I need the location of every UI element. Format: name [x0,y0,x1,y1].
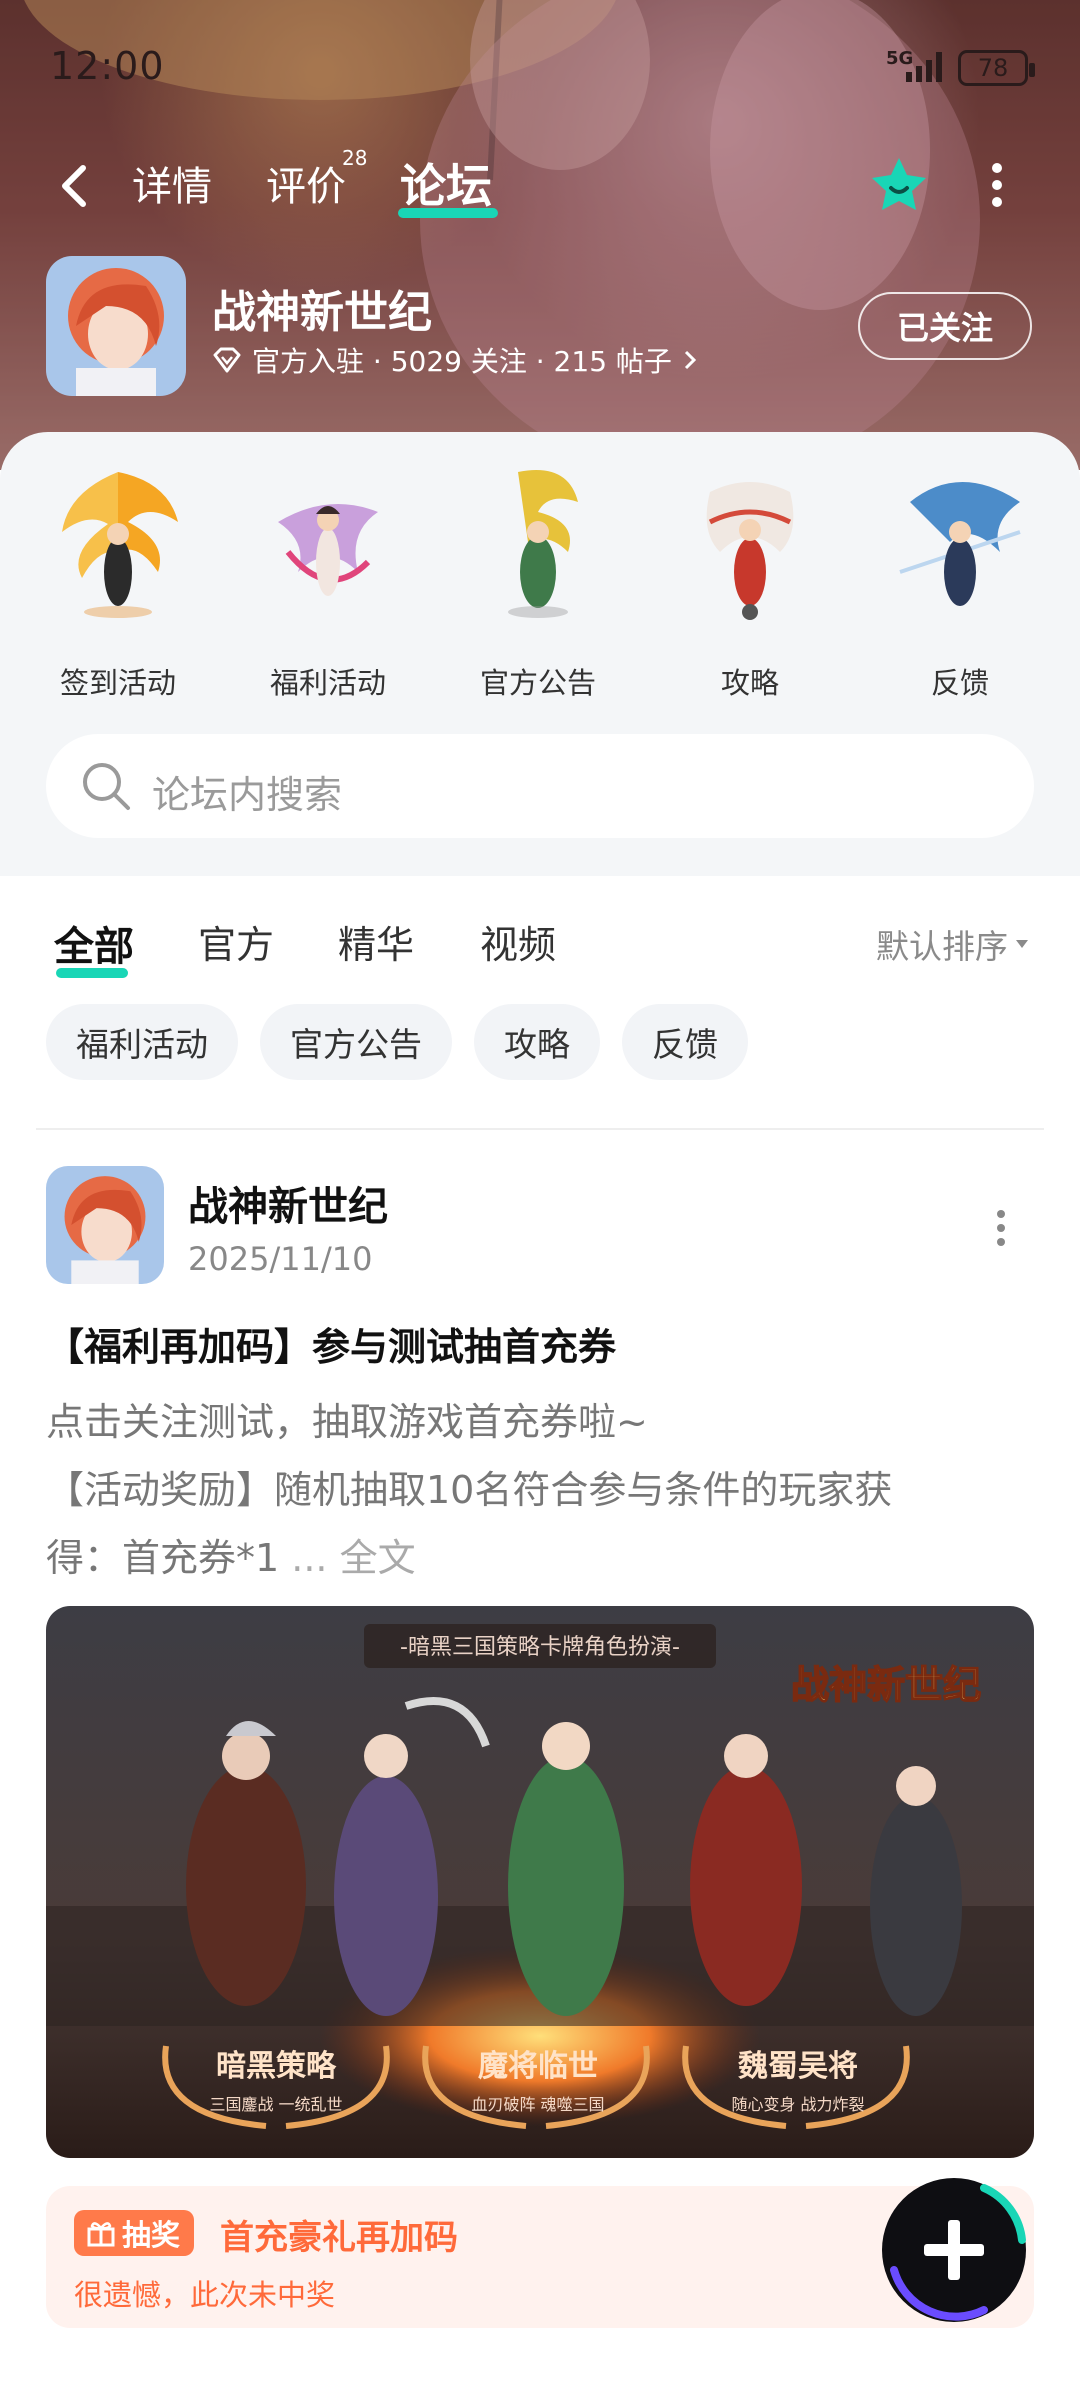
chip-guides[interactable]: 攻略 [474,1004,600,1080]
back-icon[interactable] [55,156,95,216]
badge-1-title: 暗黑策略 [216,2049,337,2084]
phoenix-hero-icon [62,472,178,618]
post-title[interactable]: 【福利再加码】参与测试抽首充券 [46,1316,616,1371]
category-announcements[interactable]: 官方公告 [428,462,628,702]
filter-tab-indicator [56,968,128,978]
category-feedback[interactable]: 反馈 [850,462,1050,702]
category-row: 签到活动 福利活动 官方公告 攻略 反馈 [0,462,1080,702]
lottery-badge-label: 抽奖 [122,2218,181,2252]
status-time: 12:00 [50,44,165,88]
more-options-icon[interactable] [985,160,1009,210]
post-date: 2025/11/10 [188,1240,373,1278]
diamond-icon [213,347,241,373]
forum-search-bar[interactable]: 论坛内搜索 [46,734,1034,838]
post-feed: 全部 官方 精华 视频 默认排序 福利活动 官方公告 攻略 反馈 战神新世纪 2… [0,876,1080,2387]
tab-details[interactable]: 详情 [132,154,212,212]
game-meta-text: 官方入驻 · 5029 关注 · 215 帖子 [252,345,672,378]
filter-tabs: 全部 官方 精华 视频 默认排序 [0,906,1080,986]
category-label: 反馈 [930,666,989,700]
category-label: 攻略 [720,666,779,700]
banner-logo: 战神新世纪 [791,1662,981,1707]
category-checkin[interactable]: 签到活动 [8,462,208,702]
status-bar: 12:00 5G 78 [0,0,1080,135]
post-body-line: 得：首充券*1 [46,1536,280,1580]
lottery-title: 首充豪礼再加码 [220,2218,458,2258]
category-welfare[interactable]: 福利活动 [218,462,418,702]
chip-announcements[interactable]: 官方公告 [260,1004,452,1080]
battery-level: 78 [977,54,1009,82]
post-body-line: 【活动奖励】随机抽取10名符合参与条件的玩家获 [46,1468,893,1512]
category-label: 福利活动 [269,666,386,700]
filter-tab-all[interactable]: 全部 [54,914,134,972]
banner-tagline: -暗黑三国策略卡牌角色扮演- [400,1635,680,1660]
top-nav: 详情 评价 28 论坛 [0,146,1080,220]
tab-active-indicator [398,208,498,218]
badge-3-sub: 随心变身 战力炸裂 [731,2095,864,2114]
chevron-right-icon [684,350,697,370]
category-label: 官方公告 [479,666,596,700]
post-body[interactable]: 点击关注测试，抽取游戏首充券啦~ 【活动奖励】随机抽取10名符合参与条件的玩家获… [46,1388,1046,1592]
post-more-icon[interactable] [994,1206,1008,1250]
category-guides[interactable]: 攻略 [640,462,840,702]
game-icon[interactable] [46,256,186,396]
chip-welfare[interactable]: 福利活动 [46,1004,238,1080]
dragon-warrior-icon [508,470,578,618]
avatar[interactable] [46,1166,164,1284]
filter-tab-featured[interactable]: 精华 [338,914,414,969]
game-info-row: 战神新世纪 官方入驻 · 5029 关注 · 215 帖子 已关注 [46,256,1046,401]
badge-3-title: 魏蜀吴将 [738,2049,858,2084]
badge-2-title: 魔将临世 [478,2049,598,2084]
follow-button[interactable]: 已关注 [858,292,1032,360]
filter-tab-official[interactable]: 官方 [198,914,274,969]
create-post-button[interactable] [874,2170,1034,2330]
review-count-badge: 28 [342,146,368,170]
favorite-star-icon[interactable] [868,154,930,216]
lottery-badge: 抽奖 [74,2210,195,2256]
filter-tab-video[interactable]: 视频 [480,914,556,969]
divider [36,1128,1044,1130]
monk-hero-icon [706,482,794,620]
search-icon [83,763,130,810]
post-image[interactable]: -暗黑三国策略卡牌角色扮演- 战神新世纪 暗黑策略 三国鏖战 一统乱世 魔将临世… [46,1606,1034,2158]
caret-down-icon [1016,940,1028,948]
game-meta[interactable]: 官方入驻 · 5029 关注 · 215 帖子 [212,340,698,380]
read-more-link[interactable]: 全文 [340,1536,416,1580]
search-placeholder: 论坛内搜索 [152,773,343,817]
dancer-hero-icon [278,504,378,596]
blue-dragon-warrior-icon [899,482,1021,606]
tab-reviews[interactable]: 评价 [266,154,346,212]
gift-icon [87,2222,115,2247]
chip-feedback[interactable]: 反馈 [622,1004,748,1080]
badge-2-sub: 血刃破阵 魂噬三国 [471,2095,604,2114]
category-label: 签到活动 [59,666,176,700]
post-author[interactable]: 战神新世纪 [188,1174,388,1232]
tab-forum[interactable]: 论坛 [400,150,492,216]
post-body-line: 点击关注测试，抽取游戏首充券啦~ [46,1400,648,1444]
post-ellipsis: ... [279,1536,340,1580]
badge-1-sub: 三国鏖战 一统乱世 [209,2095,342,2114]
lottery-status: 很遗憾，此次未中奖 [74,2278,336,2312]
game-title: 战神新世纪 [212,287,432,338]
topic-chips: 福利活动 官方公告 攻略 反馈 [46,1004,748,1080]
battery-indicator: 78 [958,50,1035,86]
sort-label: 默认排序 [876,927,1008,966]
sort-dropdown[interactable]: 默认排序 [876,920,1030,968]
signal-icon [906,52,942,82]
